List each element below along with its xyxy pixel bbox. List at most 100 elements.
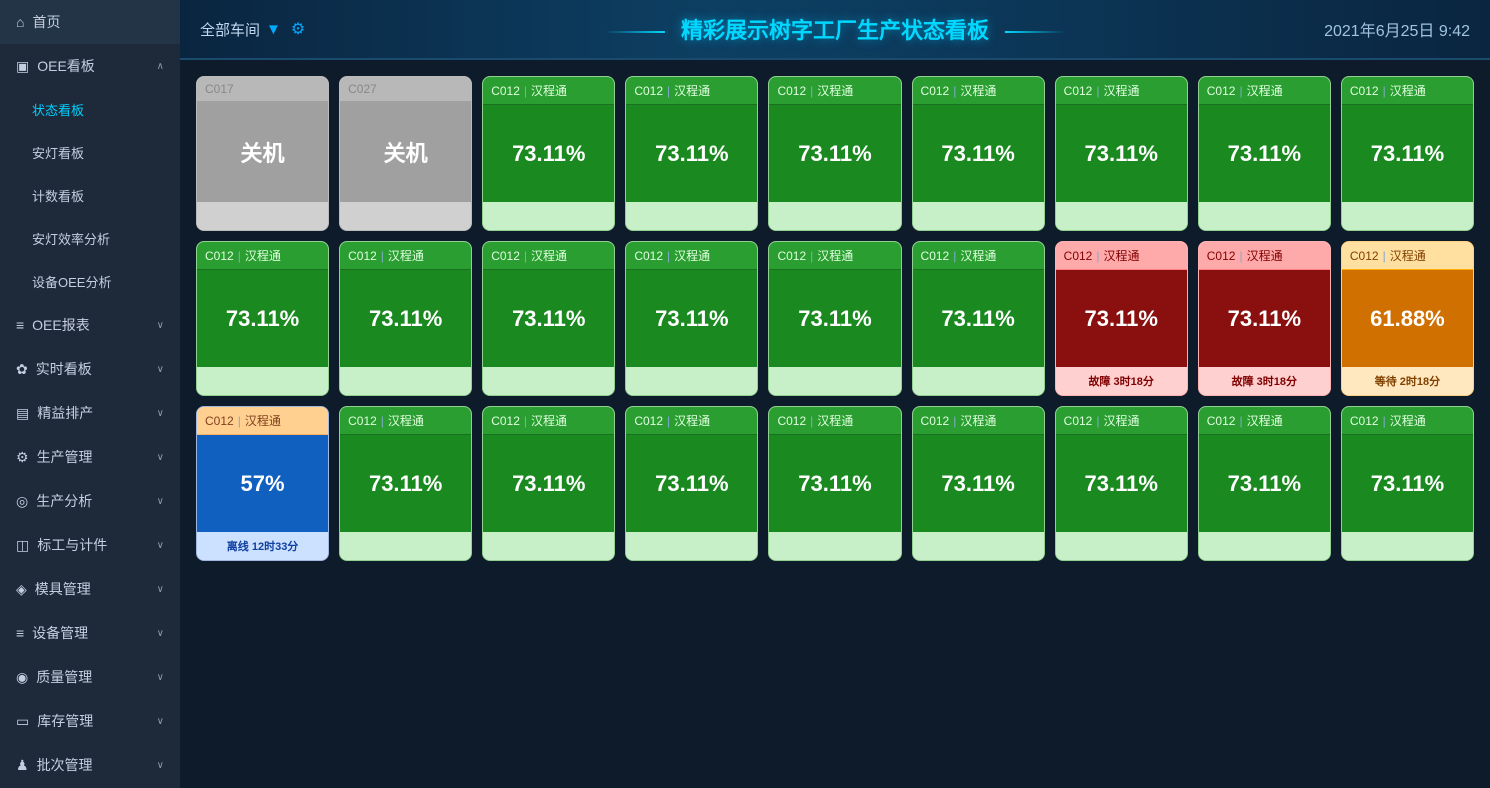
machine-code: C012 (921, 84, 950, 98)
sidebar-group-inventory[interactable]: 库存管理 ∨ (0, 699, 180, 743)
machine-card[interactable]: C012|汉程通 73.11% (1341, 406, 1474, 561)
machine-card[interactable]: C012|汉程通 73.11% (482, 241, 615, 396)
machine-card-body: 73.11% (626, 105, 757, 202)
machine-code: C012 (1350, 84, 1379, 98)
sidebar-group-mold[interactable]: 模具管理 ∨ (0, 567, 180, 611)
machine-card[interactable]: C012|汉程通 73.11% (768, 76, 901, 231)
machine-card[interactable]: C012|汉程通 73.11% (912, 241, 1045, 396)
machine-card[interactable]: C012|汉程通 73.11% (768, 406, 901, 561)
machine-card-header: C012|汉程通 (1199, 242, 1330, 270)
sidebar-group-prod-mgmt[interactable]: 生产管理 ∨ (0, 435, 180, 479)
batch-icon (16, 757, 29, 774)
workshop-selector[interactable]: 全部车间 ▼ (200, 19, 281, 40)
sidebar-group-lean[interactable]: 精益排产 ∨ (0, 391, 180, 435)
sidebar-group-realtime[interactable]: 实时看板 ∨ (0, 347, 180, 391)
machines-grid: C017 关机 C027 关机 C012|汉程通 73.11% (196, 76, 1474, 561)
chevron-down-icon7: ∨ (157, 584, 164, 595)
sidebar-group-device[interactable]: 设备管理 ∨ (0, 611, 180, 655)
realtime-icon (16, 361, 28, 378)
machine-card[interactable]: C012|汉程通 73.11% (625, 406, 758, 561)
machine-card[interactable]: C027 关机 (339, 76, 472, 231)
machine-card[interactable]: C012|汉程通 73.11% (1198, 76, 1331, 231)
sidebar-group-report[interactable]: OEE报表 ∨ (0, 303, 180, 347)
sidebar-item-home[interactable]: 首页 (0, 0, 180, 44)
machine-value: 73.11% (1228, 471, 1301, 497)
machine-card-header: C012|汉程通 (769, 407, 900, 435)
machine-card[interactable]: C012|汉程通 73.11% (339, 241, 472, 396)
machine-card[interactable]: C012|汉程通 73.11% (196, 241, 329, 396)
machine-card-footer (913, 367, 1044, 395)
machine-card-footer (769, 532, 900, 560)
machine-value: 73.11% (798, 141, 871, 167)
machine-card-body: 73.11% (1056, 105, 1187, 202)
sidebar-group-label[interactable]: 标工与计件 ∨ (0, 523, 180, 567)
machine-status-text: 故障 3时18分 (1089, 373, 1154, 389)
machine-card[interactable]: C012|汉程通 73.11% (339, 406, 472, 561)
sidebar-item-andon[interactable]: 安灯看板 (0, 131, 180, 174)
machine-card-header: C012|汉程通 (1199, 77, 1330, 105)
machine-value: 73.11% (941, 141, 1014, 167)
machine-card[interactable]: C012|汉程通 73.11% (1055, 406, 1188, 561)
machine-card-body: 73.11% (340, 270, 471, 367)
machine-card[interactable]: C017 关机 (196, 76, 329, 231)
machine-card[interactable]: C012|汉程通 61.88% 等待 2时18分 (1341, 241, 1474, 396)
machine-brand: 汉程通 (960, 82, 996, 99)
header-left: 全部车间 ▼ ⚙ (200, 19, 305, 40)
machine-card-body: 73.11% (1342, 105, 1473, 202)
machine-code: C012 (1350, 414, 1379, 428)
chevron-down-icon: ∨ (157, 320, 164, 331)
machine-card-footer (769, 202, 900, 230)
machine-card-body: 关机 (197, 102, 328, 202)
mold-icon (16, 581, 27, 598)
sidebar: 首页 OEE看板 ∧ 状态看板 安灯看板 计数看板 安灯效率分析 设备OEE分析… (0, 0, 180, 788)
machine-card[interactable]: C012|汉程通 73.11% 故障 3时18分 (1055, 241, 1188, 396)
machine-card-footer (626, 367, 757, 395)
machine-card[interactable]: C012|汉程通 73.11% (912, 406, 1045, 561)
machine-card[interactable]: C012|汉程通 57% 离线 12时33分 (196, 406, 329, 561)
sidebar-item-device-oee[interactable]: 设备OEE分析 (0, 260, 180, 303)
machine-card-body: 73.11% (340, 435, 471, 532)
machine-card-header: C017 (197, 77, 328, 102)
machine-card-footer: 离线 12时33分 (197, 532, 328, 560)
machine-value: 73.11% (1371, 141, 1444, 167)
machine-card-body: 73.11% (1342, 435, 1473, 532)
sidebar-group-analysis[interactable]: 生产分析 ∨ (0, 479, 180, 523)
machine-card[interactable]: C012|汉程通 73.11% (1198, 406, 1331, 561)
machine-card[interactable]: C012|汉程通 73.11% (482, 76, 615, 231)
machine-card[interactable]: C012|汉程通 73.11% (768, 241, 901, 396)
machine-card-header: C012|汉程通 (1342, 242, 1473, 270)
machine-card-footer (913, 202, 1044, 230)
machine-card[interactable]: C012|汉程通 73.11% 故障 3时18分 (1198, 241, 1331, 396)
machine-card[interactable]: C012|汉程通 73.11% (625, 76, 758, 231)
machine-card[interactable]: C012|汉程通 73.11% (482, 406, 615, 561)
machine-value: 73.11% (369, 306, 442, 332)
sidebar-item-status[interactable]: 状态看板 (0, 88, 180, 131)
machine-card[interactable]: C012|汉程通 73.11% (912, 76, 1045, 231)
sidebar-item-count[interactable]: 计数看板 (0, 174, 180, 217)
machine-card-header: C012|汉程通 (483, 242, 614, 270)
machine-brand: 汉程通 (245, 412, 281, 429)
machine-card[interactable]: C012|汉程通 73.11% (1341, 76, 1474, 231)
machine-brand: 汉程通 (245, 247, 281, 264)
sidebar-group-quality[interactable]: 质量管理 ∨ (0, 655, 180, 699)
machine-card-header: C012|汉程通 (626, 77, 757, 105)
dropdown-arrow-icon: ▼ (266, 21, 281, 38)
machine-card[interactable]: C012|汉程通 73.11% (1055, 76, 1188, 231)
sidebar-item-andon-analysis[interactable]: 安灯效率分析 (0, 217, 180, 260)
chevron-down-icon4: ∨ (157, 452, 164, 463)
sidebar-group-batch[interactable]: 批次管理 ∨ (0, 743, 180, 787)
chevron-down-icon2: ∨ (157, 364, 164, 375)
oee-icon (16, 58, 29, 75)
machine-card-header: C012|汉程通 (483, 407, 614, 435)
machine-card[interactable]: C012|汉程通 73.11% (625, 241, 758, 396)
machine-code: C012 (1207, 84, 1236, 98)
chevron-down-icon11: ∨ (157, 760, 164, 771)
machine-card-footer (626, 202, 757, 230)
settings-button[interactable]: ⚙ (291, 19, 305, 39)
content-area: C017 关机 C027 关机 C012|汉程通 73.11% (180, 60, 1490, 788)
machine-brand: 汉程通 (674, 412, 710, 429)
machine-code: C012 (1207, 249, 1236, 263)
sidebar-group-oee[interactable]: OEE看板 ∧ (0, 44, 180, 88)
machine-card-header: C012|汉程通 (1056, 407, 1187, 435)
machine-card-header: C012|汉程通 (340, 242, 471, 270)
